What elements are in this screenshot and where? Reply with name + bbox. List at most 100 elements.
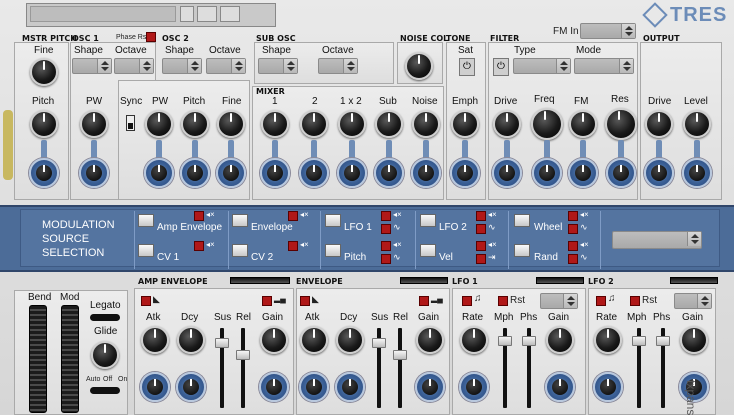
- lfo2-sync-toggle[interactable]: [596, 296, 606, 306]
- filter-type-select[interactable]: [513, 58, 571, 74]
- env-curve-toggle[interactable]: [300, 296, 310, 306]
- cv1-source-button[interactable]: [138, 244, 154, 257]
- filter-fm-knob[interactable]: [569, 110, 597, 138]
- lfo1-rate-mod-knob[interactable]: [459, 372, 489, 402]
- mix-noise-mod-knob[interactable]: [411, 158, 441, 188]
- filter-power-button[interactable]: ⏻: [493, 58, 509, 76]
- lfo1-sync-toggle[interactable]: [462, 296, 472, 306]
- emph-mod-knob[interactable]: [450, 158, 480, 188]
- amp-env-vel-toggle[interactable]: [262, 296, 272, 306]
- filter-res-mod-knob[interactable]: [606, 158, 636, 188]
- osc2-fine-mod-knob[interactable]: [216, 158, 246, 188]
- vel-source-button[interactable]: [420, 244, 436, 257]
- master-pitch-knob[interactable]: [30, 110, 58, 138]
- osc1-octave-select[interactable]: [114, 58, 154, 74]
- amp-env-curve-toggle[interactable]: [141, 296, 151, 306]
- osc2-shape-select[interactable]: [162, 58, 202, 74]
- lfo1-wave-toggle[interactable]: [381, 224, 391, 234]
- wheel-source-toggle[interactable]: [568, 211, 578, 221]
- osc2-pitch-mod-knob[interactable]: [180, 158, 210, 188]
- rand-wave-toggle[interactable]: [568, 254, 578, 264]
- amp-dcy-mod-knob[interactable]: [176, 372, 206, 402]
- filter-freq-knob[interactable]: [531, 108, 563, 140]
- osc1-pw-knob[interactable]: [80, 110, 108, 138]
- mix-noise-knob[interactable]: [412, 110, 440, 138]
- envelope-source-toggle[interactable]: [288, 211, 298, 221]
- mix-sub-knob[interactable]: [375, 110, 403, 138]
- phase-rst-toggle[interactable]: [146, 32, 156, 42]
- wheel-source-button[interactable]: [514, 214, 530, 227]
- lfo2-rst-toggle[interactable]: [630, 296, 640, 306]
- pitch-wave-toggle[interactable]: [381, 254, 391, 264]
- amp-atk-mod-knob[interactable]: [140, 372, 170, 402]
- amp-sus-fader[interactable]: [215, 338, 229, 348]
- lfo1-gain-mod-knob[interactable]: [545, 372, 575, 402]
- cv1-source-toggle[interactable]: [194, 241, 204, 251]
- cv2-source-button[interactable]: [232, 244, 248, 257]
- amp-envelope-source-toggle[interactable]: [194, 211, 204, 221]
- filter-res-knob[interactable]: [605, 108, 637, 140]
- lfo2-gain-knob[interactable]: [680, 326, 708, 354]
- lfo2-rate-mod-knob[interactable]: [593, 372, 623, 402]
- env-rel-fader[interactable]: [393, 350, 407, 360]
- osc2-pw-mod-knob[interactable]: [144, 158, 174, 188]
- envelope-source-button[interactable]: [232, 214, 248, 227]
- lfo2-mph-fader[interactable]: [632, 336, 646, 346]
- amp-gain-knob[interactable]: [260, 326, 288, 354]
- pitch-source-button[interactable]: [325, 244, 341, 257]
- mix-osc1-mod-knob[interactable]: [260, 158, 290, 188]
- sync-switch[interactable]: [126, 115, 135, 131]
- output-level-mod-knob[interactable]: [682, 158, 712, 188]
- osc1-shape-select[interactable]: [72, 58, 112, 74]
- osc2-pitch-knob[interactable]: [181, 110, 209, 138]
- env-gain-mod-knob[interactable]: [415, 372, 445, 402]
- preset-name-field[interactable]: [30, 6, 176, 22]
- mix-ring-mod-knob[interactable]: [337, 158, 367, 188]
- filter-fm-mod-knob[interactable]: [568, 158, 598, 188]
- amp-gain-mod-knob[interactable]: [259, 372, 289, 402]
- output-level-knob[interactable]: [683, 110, 711, 138]
- master-fine-knob[interactable]: [30, 58, 58, 86]
- env-dcy-knob[interactable]: [336, 326, 364, 354]
- env-gain-knob[interactable]: [416, 326, 444, 354]
- fm-in-select[interactable]: [580, 23, 636, 39]
- amp-rel-fader[interactable]: [236, 350, 250, 360]
- preset-save-button[interactable]: [197, 6, 217, 22]
- pitch-source-toggle[interactable]: [381, 241, 391, 251]
- lfo1-source-toggle[interactable]: [381, 211, 391, 221]
- amp-envelope-source-button[interactable]: [138, 214, 154, 227]
- preset-next-button[interactable]: [220, 6, 240, 22]
- mix-osc2-mod-knob[interactable]: [299, 158, 329, 188]
- sub-octave-select[interactable]: [318, 58, 358, 74]
- mix-sub-mod-knob[interactable]: [374, 158, 404, 188]
- lfo1-rate-knob[interactable]: [460, 326, 488, 354]
- mix-ring-knob[interactable]: [338, 110, 366, 138]
- mod-wheel[interactable]: [61, 305, 79, 413]
- lfo2-phs-fader[interactable]: [656, 336, 670, 346]
- vel-wave-toggle[interactable]: [476, 254, 486, 264]
- lfo2-rate-knob[interactable]: [594, 326, 622, 354]
- output-drive-mod-knob[interactable]: [644, 158, 674, 188]
- cv2-source-toggle[interactable]: [288, 241, 298, 251]
- lfo1-source-button[interactable]: [325, 214, 341, 227]
- glide-auto-toggle[interactable]: [90, 387, 120, 394]
- filter-freq-mod-knob[interactable]: [532, 158, 562, 188]
- lfo2-wave-select[interactable]: [674, 293, 712, 309]
- env-atk-mod-knob[interactable]: [299, 372, 329, 402]
- env-sus-fader[interactable]: [372, 338, 386, 348]
- master-pitch-mod-knob[interactable]: [29, 158, 59, 188]
- lfo2-source-button[interactable]: [420, 214, 436, 227]
- filter-mode-select[interactable]: [574, 58, 634, 74]
- legato-toggle[interactable]: [90, 314, 120, 321]
- osc2-pw-knob[interactable]: [145, 110, 173, 138]
- mix-osc1-knob[interactable]: [261, 110, 289, 138]
- filter-drive-mod-knob[interactable]: [492, 158, 522, 188]
- lfo1-phs-fader[interactable]: [522, 336, 536, 346]
- lfo1-gain-knob[interactable]: [546, 326, 574, 354]
- filter-drive-knob[interactable]: [493, 110, 521, 138]
- sat-power-button[interactable]: ⏻: [459, 58, 475, 76]
- mix-osc2-knob[interactable]: [300, 110, 328, 138]
- lfo2-source-toggle[interactable]: [476, 211, 486, 221]
- osc2-fine-knob[interactable]: [217, 110, 245, 138]
- lfo1-wave-select[interactable]: [540, 293, 578, 309]
